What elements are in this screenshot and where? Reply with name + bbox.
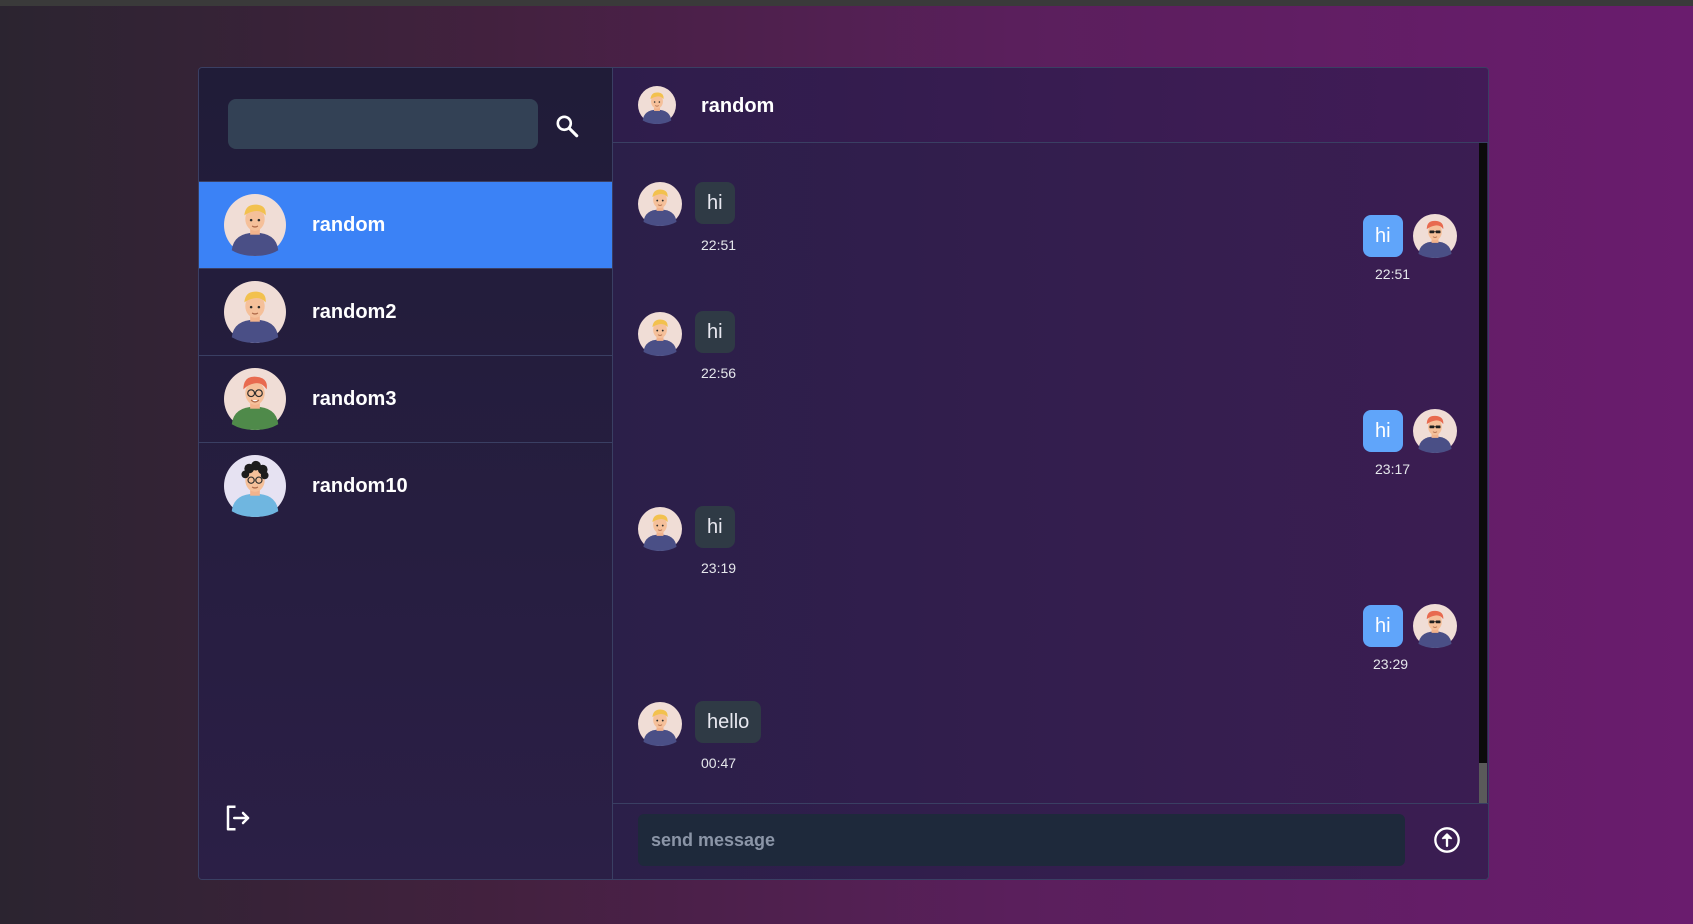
search-input[interactable] (228, 99, 538, 149)
contact-name: random (312, 214, 386, 236)
message-composer (613, 803, 1488, 879)
message-time: 00:47 (701, 755, 737, 771)
message-bubble: hello (695, 701, 762, 743)
avatar (638, 507, 682, 551)
message-time: 22:51 (701, 237, 737, 253)
message-bubble: hi (695, 182, 735, 224)
contact-item-random10[interactable]: random10 (199, 443, 612, 529)
avatar (638, 182, 682, 226)
avatar (1413, 604, 1457, 648)
scrollbar-thumb[interactable] (1479, 763, 1487, 803)
message-time: 23:19 (701, 560, 737, 576)
search-bar (199, 68, 612, 182)
message-bubble: hi (695, 311, 735, 353)
avatar (1413, 409, 1457, 453)
sidebar: random random2 random3 random10 (199, 68, 613, 879)
browser-top-bar (0, 0, 1693, 6)
avatar (638, 702, 682, 746)
chat-header: random (613, 68, 1488, 143)
avatar (224, 281, 286, 343)
logout-icon[interactable] (223, 803, 253, 833)
chat-header-name: random (701, 95, 775, 117)
message-bubble: hi (1363, 215, 1403, 257)
contact-item-random3[interactable]: random3 (199, 356, 612, 443)
message-bubble: hi (1363, 605, 1403, 647)
search-icon[interactable] (554, 113, 580, 139)
avatar (1413, 214, 1457, 258)
avatar (224, 368, 286, 430)
avatar (638, 86, 676, 124)
message-time: 22:56 (701, 365, 737, 381)
message-bubble: hi (695, 506, 735, 548)
message-time: 22:51 (1375, 266, 1411, 282)
message-list[interactable]: hi 22:51 hi 22:51 hi 22:56 hi 23:17 hi 2… (613, 68, 1479, 803)
contact-item-random[interactable]: random (199, 182, 612, 269)
contact-name: random10 (312, 475, 408, 497)
chat-app-window: random random2 random3 random10 hi 22:51 (198, 67, 1489, 880)
contact-name: random3 (312, 388, 397, 410)
contact-name: random2 (312, 301, 397, 323)
message-time: 23:17 (1375, 461, 1411, 477)
message-bubble: hi (1363, 410, 1403, 452)
chat-panel: hi 22:51 hi 22:51 hi 22:56 hi 23:17 hi 2… (613, 68, 1488, 879)
message-scrollbar[interactable] (1479, 142, 1487, 803)
message-input[interactable] (638, 814, 1405, 866)
avatar (224, 194, 286, 256)
contact-item-random2[interactable]: random2 (199, 269, 612, 356)
message-time: 23:29 (1373, 656, 1409, 672)
send-arrow-up-circle-icon[interactable] (1433, 826, 1461, 854)
avatar (638, 312, 682, 356)
avatar (224, 455, 286, 517)
